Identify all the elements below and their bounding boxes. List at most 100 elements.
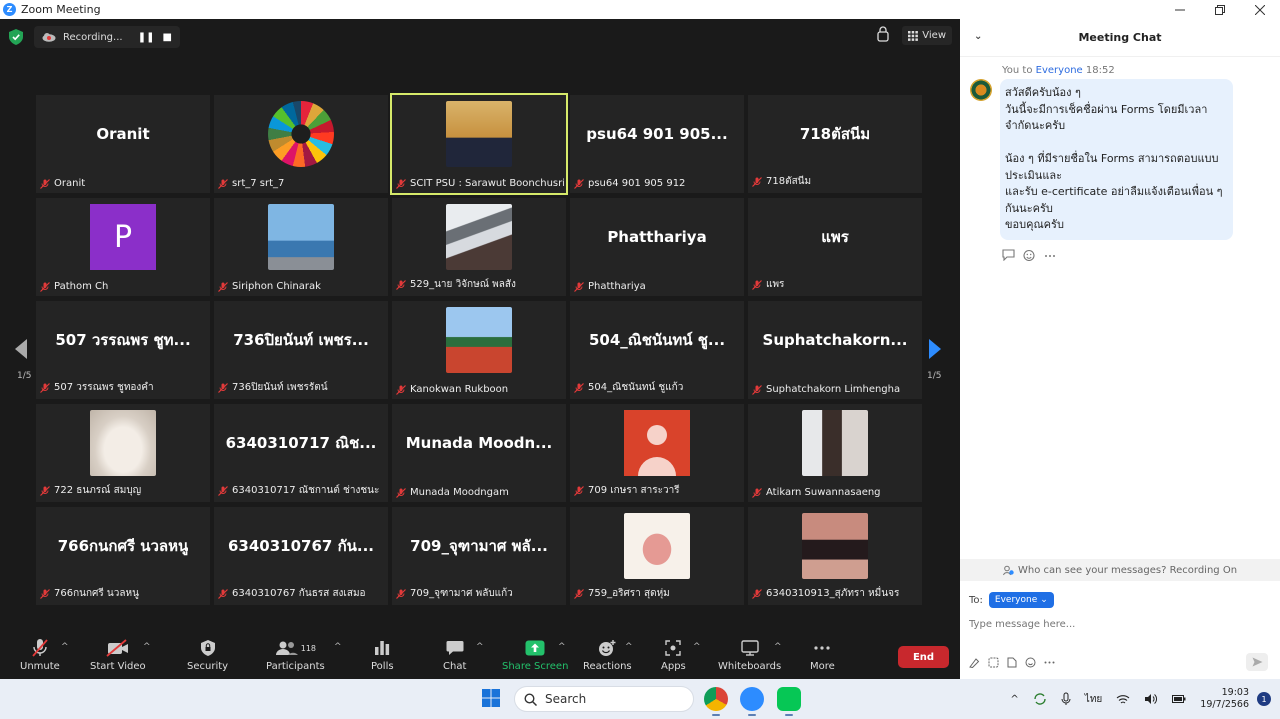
chrome-icon[interactable] <box>704 687 728 711</box>
chevron-up-icon[interactable]: ^ <box>1010 694 1018 705</box>
participant-tile[interactable]: 759_อริศรา สุดหุ่ม <box>570 507 744 605</box>
participant-tile[interactable]: 766กนกศรี นวลหนู 766กนกศรี นวลหนู <box>36 507 210 605</box>
participant-visual <box>570 507 744 585</box>
maximize-button[interactable] <box>1200 0 1240 19</box>
chat-title: Meeting Chat <box>1078 31 1162 44</box>
chat-button[interactable]: Chat <box>443 638 466 672</box>
participants-chevron-icon[interactable]: ^ <box>334 642 342 652</box>
participant-visual: 718ตัสนีม <box>748 95 922 173</box>
participant-label: แพร <box>752 277 784 292</box>
participant-tile[interactable]: 507 วรรณพร ชูท... 507 วรรณพร ชูทองคำ <box>36 301 210 399</box>
sync-icon[interactable] <box>1033 692 1047 706</box>
message-input[interactable] <box>969 614 1269 634</box>
polls-button[interactable]: Polls <box>371 638 394 672</box>
zoom-app-icon[interactable] <box>740 687 764 711</box>
participant-tile[interactable]: 504_ณิชนันทน์ ชู... 504_ณิชนันทน์ ชูแก้ว <box>570 301 744 399</box>
participant-tile[interactable]: P Pathom Ch <box>36 198 210 296</box>
video-options-chevron-icon[interactable]: ^ <box>143 642 151 652</box>
participant-tile[interactable]: Munada Moodn... Munada Moodngam <box>392 404 566 502</box>
participant-photo <box>90 410 156 476</box>
security-button[interactable]: Security <box>187 638 228 672</box>
participant-tile[interactable]: 718ตัสนีม 718ตัสนีม <box>748 95 922 193</box>
participant-tile[interactable]: แพร แพร <box>748 198 922 296</box>
participant-tile[interactable]: 6340310767 กัน... 6340310767 กันธรส สงเสม… <box>214 507 388 605</box>
whiteboards-chevron-icon[interactable]: ^ <box>774 642 782 652</box>
participant-visual <box>392 301 566 379</box>
participant-tile[interactable]: 722 ธนภรณ์ สมบุญ <box>36 404 210 502</box>
view-button[interactable]: View <box>902 26 952 45</box>
apps-button[interactable]: Apps <box>661 638 686 672</box>
participant-name: srt_7 srt_7 <box>232 178 285 189</box>
whiteboards-button[interactable]: Whiteboards <box>718 638 781 672</box>
add-reaction-icon[interactable] <box>1023 249 1036 264</box>
participant-tile[interactable]: 6340310717 ณิช... 6340310717 ณัชกานต์ ช่า… <box>214 404 388 502</box>
participant-name: 759_อริศรา สุดหุ่ม <box>588 588 670 599</box>
participant-tile[interactable]: 736ปิยนันท์ เพชร... 736ปิยนันท์ เพชรรัตน์ <box>214 301 388 399</box>
participant-tile[interactable]: Kanokwan Rukboon <box>392 301 566 399</box>
chat-options-chevron-icon[interactable]: ^ <box>476 642 484 652</box>
windows-start-icon[interactable] <box>482 689 500 707</box>
pause-recording-icon[interactable]: ❚❚ <box>138 32 155 43</box>
message-more-icon[interactable] <box>1044 249 1056 264</box>
taskbar: Search ^ ไทย 19:03 19/7/2566 1 <box>0 679 1280 719</box>
reactions-chevron-icon[interactable]: ^ <box>625 642 633 652</box>
share-options-chevron-icon[interactable]: ^ <box>558 642 566 652</box>
visibility-note[interactable]: Who can see your messages? Recording On <box>960 559 1280 581</box>
participant-tile[interactable]: Atikarn Suwannasaeng <box>748 404 922 502</box>
participant-tile[interactable]: srt_7 srt_7 <box>214 95 388 193</box>
participant-tile[interactable]: Siriphon Chinarak <box>214 198 388 296</box>
participant-name: แพร <box>766 279 785 290</box>
participant-display-name: 709_จุฑามาศ พลั... <box>410 537 548 555</box>
participant-tile[interactable]: 6340310913_สุภัทรา หมื่นจร <box>748 507 922 605</box>
microphone-icon[interactable] <box>1061 692 1071 706</box>
participant-tile[interactable]: SCIT PSU : Sarawut Boonchusri <box>390 93 568 195</box>
video-off-icon <box>106 639 128 657</box>
line-app-icon[interactable] <box>777 687 801 711</box>
unmute-button[interactable]: Unmute <box>20 638 60 672</box>
minimize-button[interactable] <box>1160 0 1200 19</box>
meeting-toolbar: Unmute ^ Start Video ^ Security 118 Part… <box>0 630 960 679</box>
emoji-icon[interactable] <box>1025 657 1036 671</box>
battery-icon[interactable] <box>1172 694 1186 704</box>
participant-photo <box>268 101 334 167</box>
audio-options-chevron-icon[interactable]: ^ <box>61 642 69 652</box>
recipient-select[interactable]: Everyone ⌄ <box>988 592 1054 608</box>
participant-tile[interactable]: Oranit Oranit <box>36 95 210 193</box>
more-button[interactable]: More <box>810 638 835 672</box>
volume-icon[interactable] <box>1144 693 1158 705</box>
reply-icon[interactable] <box>1002 249 1015 264</box>
send-button[interactable] <box>1246 653 1268 671</box>
participant-label: 766กนกศรี นวลหนู <box>40 586 139 601</box>
apps-chevron-icon[interactable]: ^ <box>693 642 701 652</box>
participant-tile[interactable]: 709 เกษรา สาระวารี <box>570 404 744 502</box>
participants-button[interactable]: 118 Participants <box>266 638 325 672</box>
message-recipient[interactable]: Everyone <box>1036 65 1083 76</box>
participant-visual: 6340310717 ณิช... <box>214 404 388 482</box>
encryption-shield-icon[interactable] <box>8 28 24 46</box>
taskbar-search[interactable]: Search <box>514 686 694 712</box>
recording-indicator: Recording... ❚❚ ■ <box>34 26 180 48</box>
participant-tile[interactable]: psu64 901 905... psu64 901 905 912 <box>570 95 744 193</box>
more-options-icon[interactable] <box>1044 657 1055 671</box>
immersive-view-icon[interactable] <box>876 26 890 45</box>
participant-tile[interactable]: Suphatchakorn... Suphatchakorn Limhengha <box>748 301 922 399</box>
collapse-chevron-icon[interactable]: ⌄ <box>974 31 982 42</box>
participant-label: 722 ธนภรณ์ สมบุญ <box>40 483 141 498</box>
end-meeting-button[interactable]: End <box>898 646 949 668</box>
start-video-button[interactable]: Start Video <box>90 638 146 672</box>
stop-recording-icon[interactable]: ■ <box>163 32 172 43</box>
participant-tile[interactable]: 529_นาย วิจักษณ์ พลสัง <box>392 198 566 296</box>
close-window-button[interactable] <box>1240 0 1280 19</box>
language-indicator[interactable]: ไทย <box>1085 692 1102 707</box>
screenshot-icon[interactable] <box>988 657 999 671</box>
format-text-icon[interactable] <box>969 657 980 671</box>
file-icon[interactable] <box>1007 657 1017 671</box>
notification-badge[interactable]: 1 <box>1257 692 1271 706</box>
clock[interactable]: 19:03 19/7/2566 <box>1200 687 1249 711</box>
people-icon <box>1002 565 1014 575</box>
mic-muted-icon <box>574 588 584 599</box>
participant-tile[interactable]: Phatthariya Phatthariya <box>570 198 744 296</box>
participant-name: 736ปิยนันท์ เพชรรัตน์ <box>232 382 328 393</box>
wifi-icon[interactable] <box>1116 694 1130 705</box>
participant-tile[interactable]: 709_จุฑามาศ พลั... 709_จุฑามาศ พลับแก้ว <box>392 507 566 605</box>
